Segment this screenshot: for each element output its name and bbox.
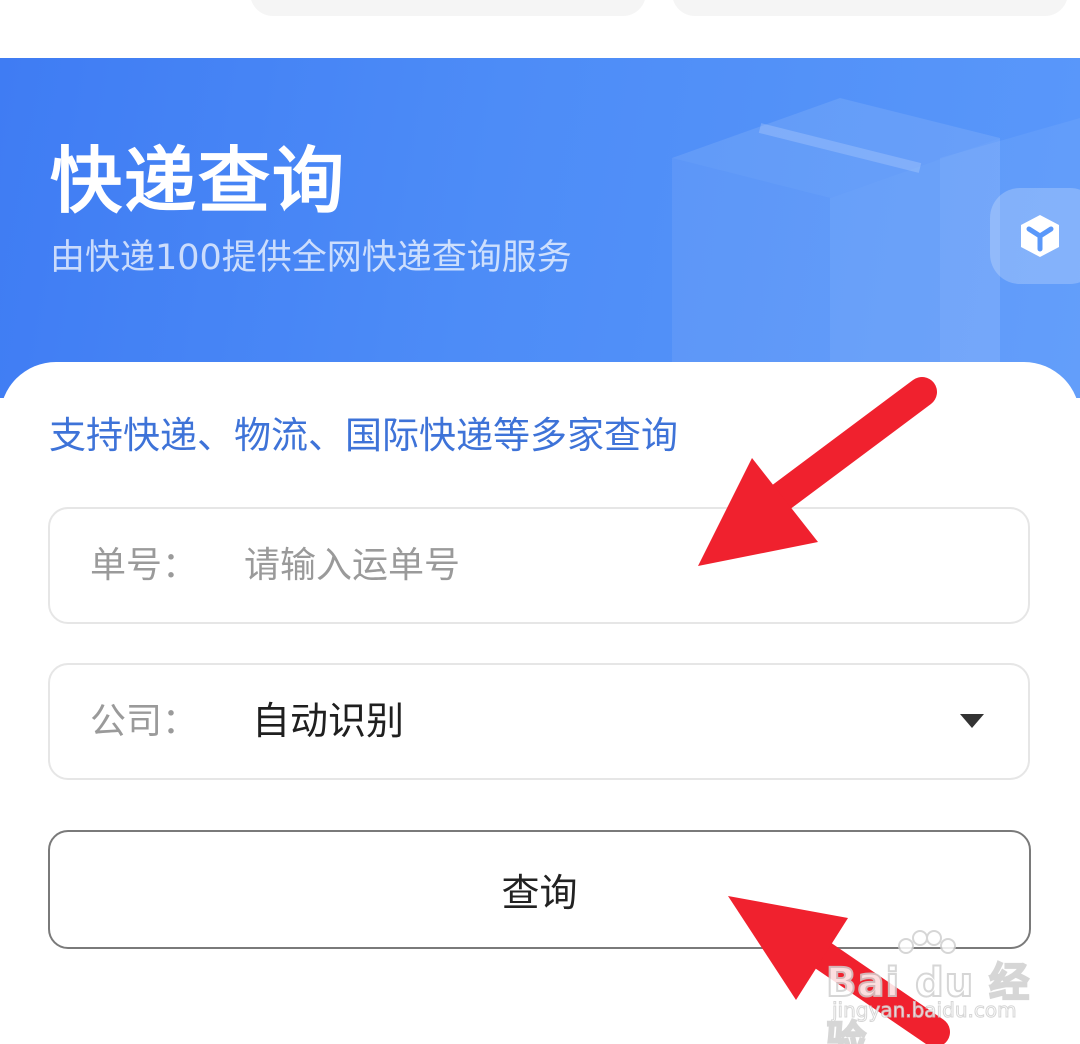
express-banner: 快递查询 由快递100提供全网快递查询服务 [0,58,1080,398]
tracking-number-label: 单号： [90,545,199,586]
cube-icon [1021,215,1059,257]
tracking-number-input[interactable] [244,509,944,622]
company-select[interactable]: 公司： 自动识别 [48,663,1030,780]
baidu-jingyan-watermark: Bai du 经验 jingyan.baidu.com [825,930,1066,1044]
tracking-number-field[interactable]: 单号： [48,507,1030,624]
watermark-url: jingyan.baidu.com [832,998,1018,1023]
top-card-right[interactable] [672,0,1068,16]
company-selected-value: 自动识别 [252,699,405,743]
express-query-page: 快递查询 由快递100提供全网快递查询服务 支持快递、物流、国际快递等多家查询 … [0,0,1080,1044]
top-card-left[interactable] [250,0,646,16]
support-hint: 支持快递、物流、国际快递等多家查询 [49,414,678,457]
cube-badge-button[interactable] [990,188,1080,284]
page-title: 快递查询 [50,139,347,223]
watermark-brand: Bai du 经验 [825,959,1031,1044]
company-label: 公司： [90,701,199,742]
page-subtitle: 由快递100提供全网快递查询服务 [50,238,572,278]
caret-down-icon[interactable] [960,714,984,728]
